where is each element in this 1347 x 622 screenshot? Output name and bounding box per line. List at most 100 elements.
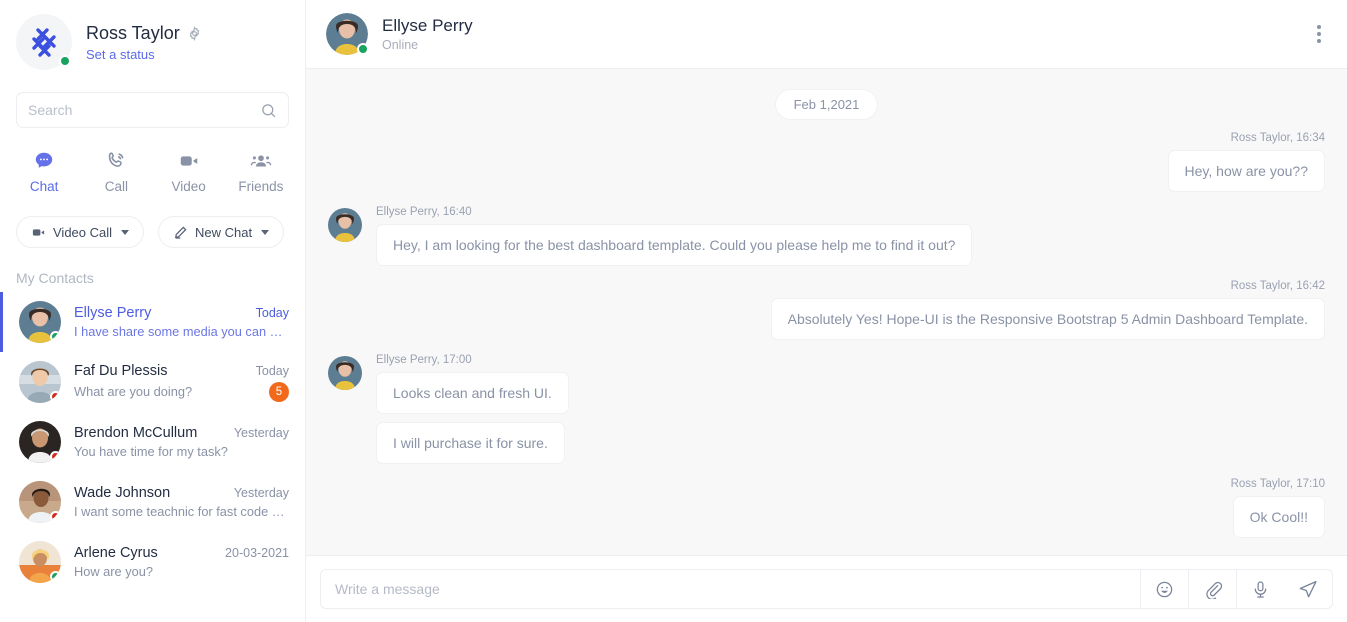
chevron-down-icon (121, 229, 130, 235)
chat-header-text: Ellyse Perry Online (382, 16, 1311, 52)
contact-preview: I have share some media you can enjoy. (74, 324, 289, 339)
nav-tabs: Chat Call Video Friends (0, 128, 305, 200)
contact-name: Wade Johnson (74, 485, 171, 501)
list-item-bottom: I want some teachnic for fast code can..… (74, 504, 289, 519)
video-call-button[interactable]: Video Call (16, 216, 145, 248)
avatar (328, 208, 362, 242)
set-status-link[interactable]: Set a status (86, 47, 202, 62)
list-item[interactable]: Faf Du Plessis Today What are you doing?… (0, 352, 305, 412)
unread-badge: 5 (269, 381, 289, 402)
message-outgoing: Ross Taylor, 16:34 Hey, how are you?? (328, 132, 1325, 192)
kebab-menu-icon[interactable] (1311, 19, 1327, 49)
date-separator: Feb 1,2021 (328, 89, 1325, 120)
tab-video[interactable]: Video (153, 144, 225, 200)
chat-title: Ellyse Perry (382, 16, 473, 35)
search-container (0, 76, 305, 128)
date-chip: Feb 1,2021 (774, 89, 879, 120)
presence-dot (357, 43, 369, 55)
composer-shell (320, 569, 1333, 609)
list-item-bottom: How are you? (74, 564, 289, 579)
message-incoming: Ellyse Perry, 17:00 Looks clean and fres… (328, 354, 1325, 464)
message-bubble: Looks clean and fresh UI. (376, 372, 569, 414)
people-icon (250, 150, 272, 172)
list-item-bottom: You have time for my task? (74, 444, 289, 459)
contacts-list: Ellyse Perry Today I have share some med… (0, 292, 305, 622)
video-camera-icon (31, 225, 46, 240)
tab-call-label: Call (104, 179, 128, 194)
list-item-bottom: I have share some media you can enjoy. (74, 324, 289, 339)
presence-dot (50, 391, 61, 402)
microphone-icon[interactable] (1236, 570, 1284, 608)
search-input[interactable] (28, 102, 260, 118)
message-incoming: Ellyse Perry, 16:40 Hey, I am looking fo… (328, 206, 1325, 266)
search-box[interactable] (16, 92, 289, 128)
attachment-icon[interactable] (1188, 570, 1236, 608)
send-icon[interactable] (1284, 570, 1332, 608)
message-bubble: Ok Cool!! (1232, 496, 1325, 538)
video-camera-icon (178, 150, 200, 172)
contact-preview: I want some teachnic for fast code can..… (74, 504, 289, 519)
avatar (19, 361, 61, 403)
tab-chat[interactable]: Chat (8, 144, 80, 200)
contact-time: Yesterday (233, 426, 289, 440)
message-meta: Ellyse Perry, 16:40 (376, 206, 472, 218)
message-meta: Ross Taylor, 17:10 (1230, 478, 1325, 490)
list-item-top: Ellyse Perry Today (74, 305, 289, 321)
presence-dot (59, 55, 71, 67)
presence-dot (50, 331, 61, 342)
message-composer (306, 555, 1347, 622)
avatar (19, 301, 61, 343)
avatar (19, 541, 61, 583)
avatar (19, 481, 61, 523)
gear-icon[interactable] (187, 25, 202, 41)
list-item-body: Ellyse Perry Today I have share some med… (74, 305, 289, 339)
avatar (19, 421, 61, 463)
message-bubble: I will purchase it for sure. (376, 422, 565, 464)
tab-call[interactable]: Call (80, 144, 152, 200)
contacts-heading: My Contacts (16, 270, 94, 286)
avatar (16, 14, 72, 70)
tab-video-label: Video (171, 179, 206, 194)
contact-name: Ellyse Perry (74, 305, 152, 321)
contact-time: Today (255, 363, 289, 378)
contact-preview: How are you? (74, 564, 153, 579)
presence-dot (50, 511, 61, 522)
chat-bubble-icon (33, 150, 55, 172)
chat-application: Ross Taylor Set a status Search Chat Cal… (0, 0, 1347, 622)
quick-actions: Video Call New Chat (0, 200, 305, 248)
list-item[interactable]: Wade Johnson Yesterday I want some teach… (0, 472, 305, 532)
new-chat-button[interactable]: New Chat (158, 216, 285, 248)
message-meta: Ross Taylor, 16:42 (1230, 280, 1325, 292)
video-call-label: Video Call (53, 224, 113, 240)
presence-dot (50, 571, 61, 582)
chat-header: Ellyse Perry Online (306, 0, 1347, 69)
message-outgoing: Ross Taylor, 16:42 Absolutely Yes! Hope-… (328, 280, 1325, 340)
list-item[interactable]: Arlene Cyrus 20-03-2021 How are you? (0, 532, 305, 592)
message-bubble: Hey, how are you?? (1167, 150, 1325, 192)
message-incoming-body: Ellyse Perry, 16:40 Hey, I am looking fo… (376, 206, 973, 266)
chevron-down-icon (261, 229, 270, 235)
list-item-top: Brendon McCullum Yesterday (74, 425, 289, 441)
avatar (328, 356, 362, 390)
contact-name: Brendon McCullum (74, 425, 198, 441)
contact-name: Arlene Cyrus (74, 545, 158, 561)
contact-name: Faf Du Plessis (74, 362, 168, 379)
list-item-top: Faf Du Plessis Today (74, 363, 289, 379)
list-item-body: Faf Du Plessis Today What are you doing?… (74, 363, 289, 402)
pencil-icon (173, 225, 188, 240)
list-item-bottom: What are you doing? 5 (74, 381, 289, 402)
status-badge: Online (382, 38, 419, 52)
list-item[interactable]: Brendon McCullum Yesterday You have time… (0, 412, 305, 472)
message-meta: Ellyse Perry, 17:00 (376, 354, 472, 366)
list-item[interactable]: Ellyse Perry Today I have share some med… (0, 292, 305, 352)
new-chat-label: New Chat (195, 224, 253, 240)
profile-text: Ross Taylor Set a status (86, 22, 202, 62)
contact-time: 20-03-2021 (225, 546, 289, 560)
emoji-icon[interactable] (1140, 570, 1188, 608)
message-bubble: Hey, I am looking for the best dashboard… (376, 224, 973, 266)
message-input[interactable] (321, 570, 1140, 608)
search-icon[interactable] (260, 102, 277, 119)
tab-friends[interactable]: Friends (225, 144, 297, 200)
contact-time: Yesterday (233, 486, 289, 500)
avatar-image (328, 356, 362, 390)
